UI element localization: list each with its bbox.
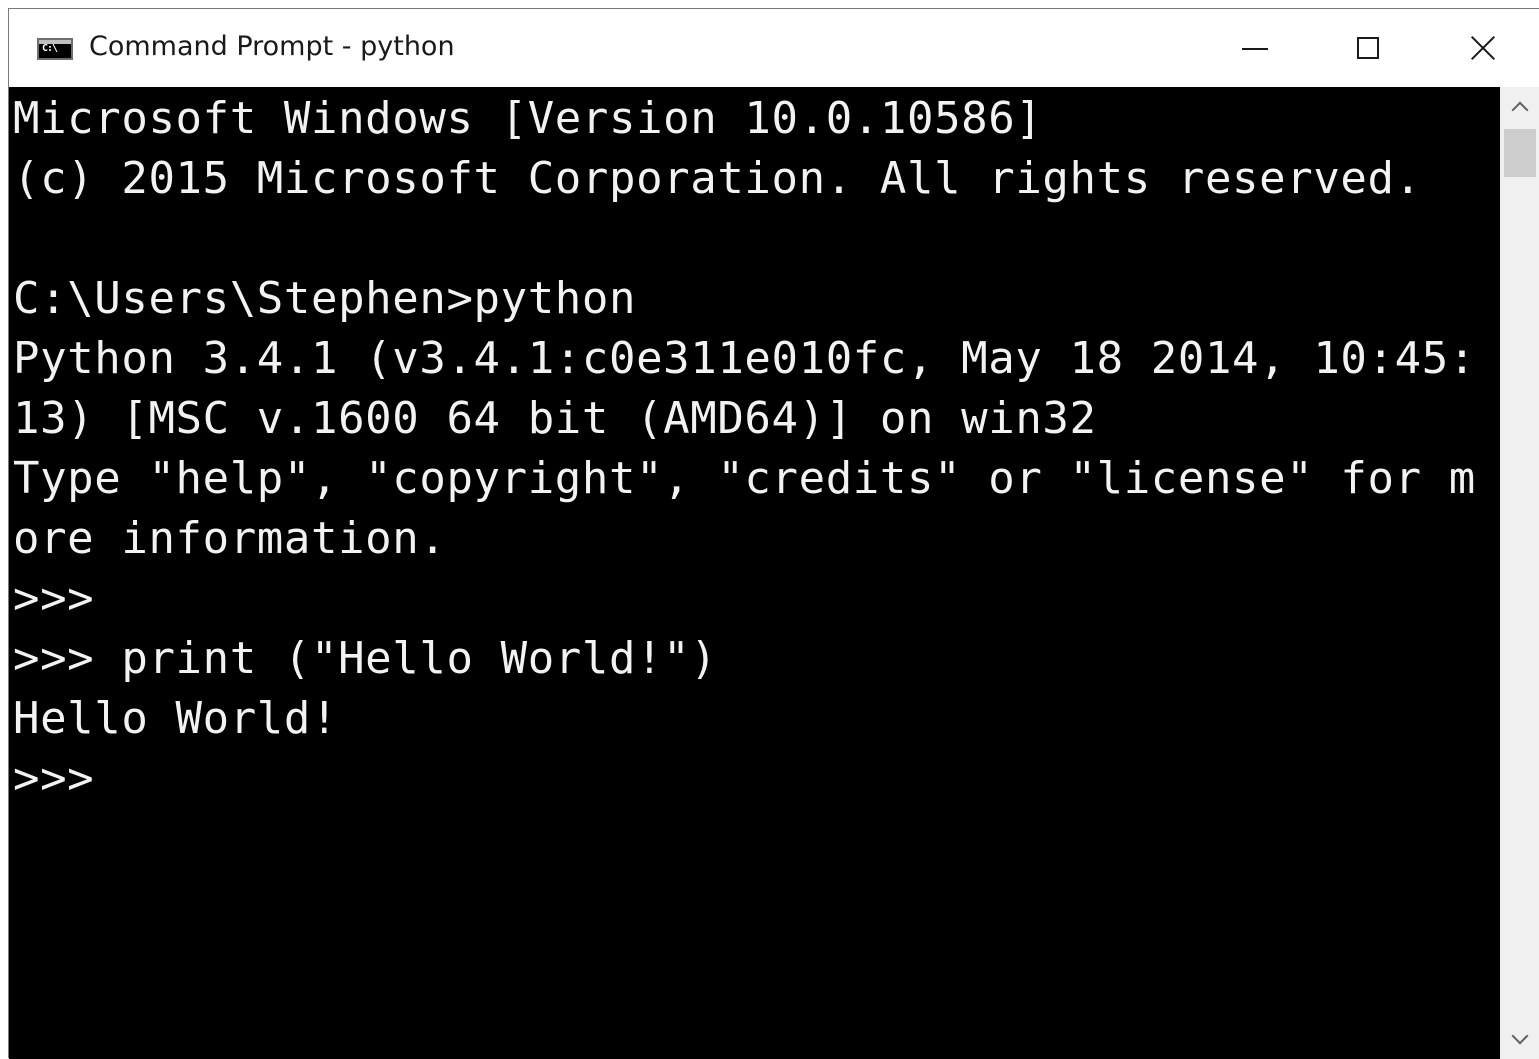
title-bar[interactable]: C:\ Command Prompt - python <box>9 9 1539 87</box>
console-output[interactable]: Microsoft Windows [Version 10.0.10586] (… <box>9 87 1500 1059</box>
chevron-down-icon <box>1511 1027 1529 1045</box>
console-line: Python 3.4.1 (v3.4.1:c0e311e010fc, May 1… <box>13 333 1476 384</box>
console-line: Type "help", "copyright", "credits" or "… <box>13 453 1476 504</box>
close-button[interactable] <box>1425 9 1539 87</box>
minimize-button[interactable] <box>1199 9 1311 87</box>
vertical-scrollbar[interactable] <box>1500 87 1539 1059</box>
close-icon <box>1469 34 1497 62</box>
console-line: Microsoft Windows [Version 10.0.10586] <box>13 93 1043 144</box>
window-title: Command Prompt - python <box>89 31 455 62</box>
icon-glyph: C:\ <box>42 43 58 54</box>
console-line: Hello World! <box>13 693 339 744</box>
console-line: >>> print ("Hello World!") <box>13 633 718 684</box>
chevron-up-icon <box>1511 101 1529 119</box>
scroll-up-button[interactable] <box>1500 87 1539 127</box>
scroll-thumb[interactable] <box>1504 129 1536 177</box>
minimize-icon <box>1242 48 1268 50</box>
maximize-button[interactable] <box>1312 9 1424 87</box>
console-line: >>> <box>13 573 95 624</box>
command-prompt-window: C:\ Command Prompt - python Microsoft Wi… <box>8 8 1539 1059</box>
console-prompt-line[interactable]: >>> <box>13 749 94 809</box>
console-line: ore information. <box>13 513 447 564</box>
console-line: C:\Users\Stephen>python <box>13 273 637 324</box>
maximize-icon <box>1357 37 1379 59</box>
scroll-down-button[interactable] <box>1500 1019 1539 1059</box>
console-app-icon[interactable]: C:\ <box>37 38 73 60</box>
console-line: (c) 2015 Microsoft Corporation. All righ… <box>13 153 1422 204</box>
console-line: 13) [MSC v.1600 64 bit (AMD64)] on win32 <box>13 393 1097 444</box>
